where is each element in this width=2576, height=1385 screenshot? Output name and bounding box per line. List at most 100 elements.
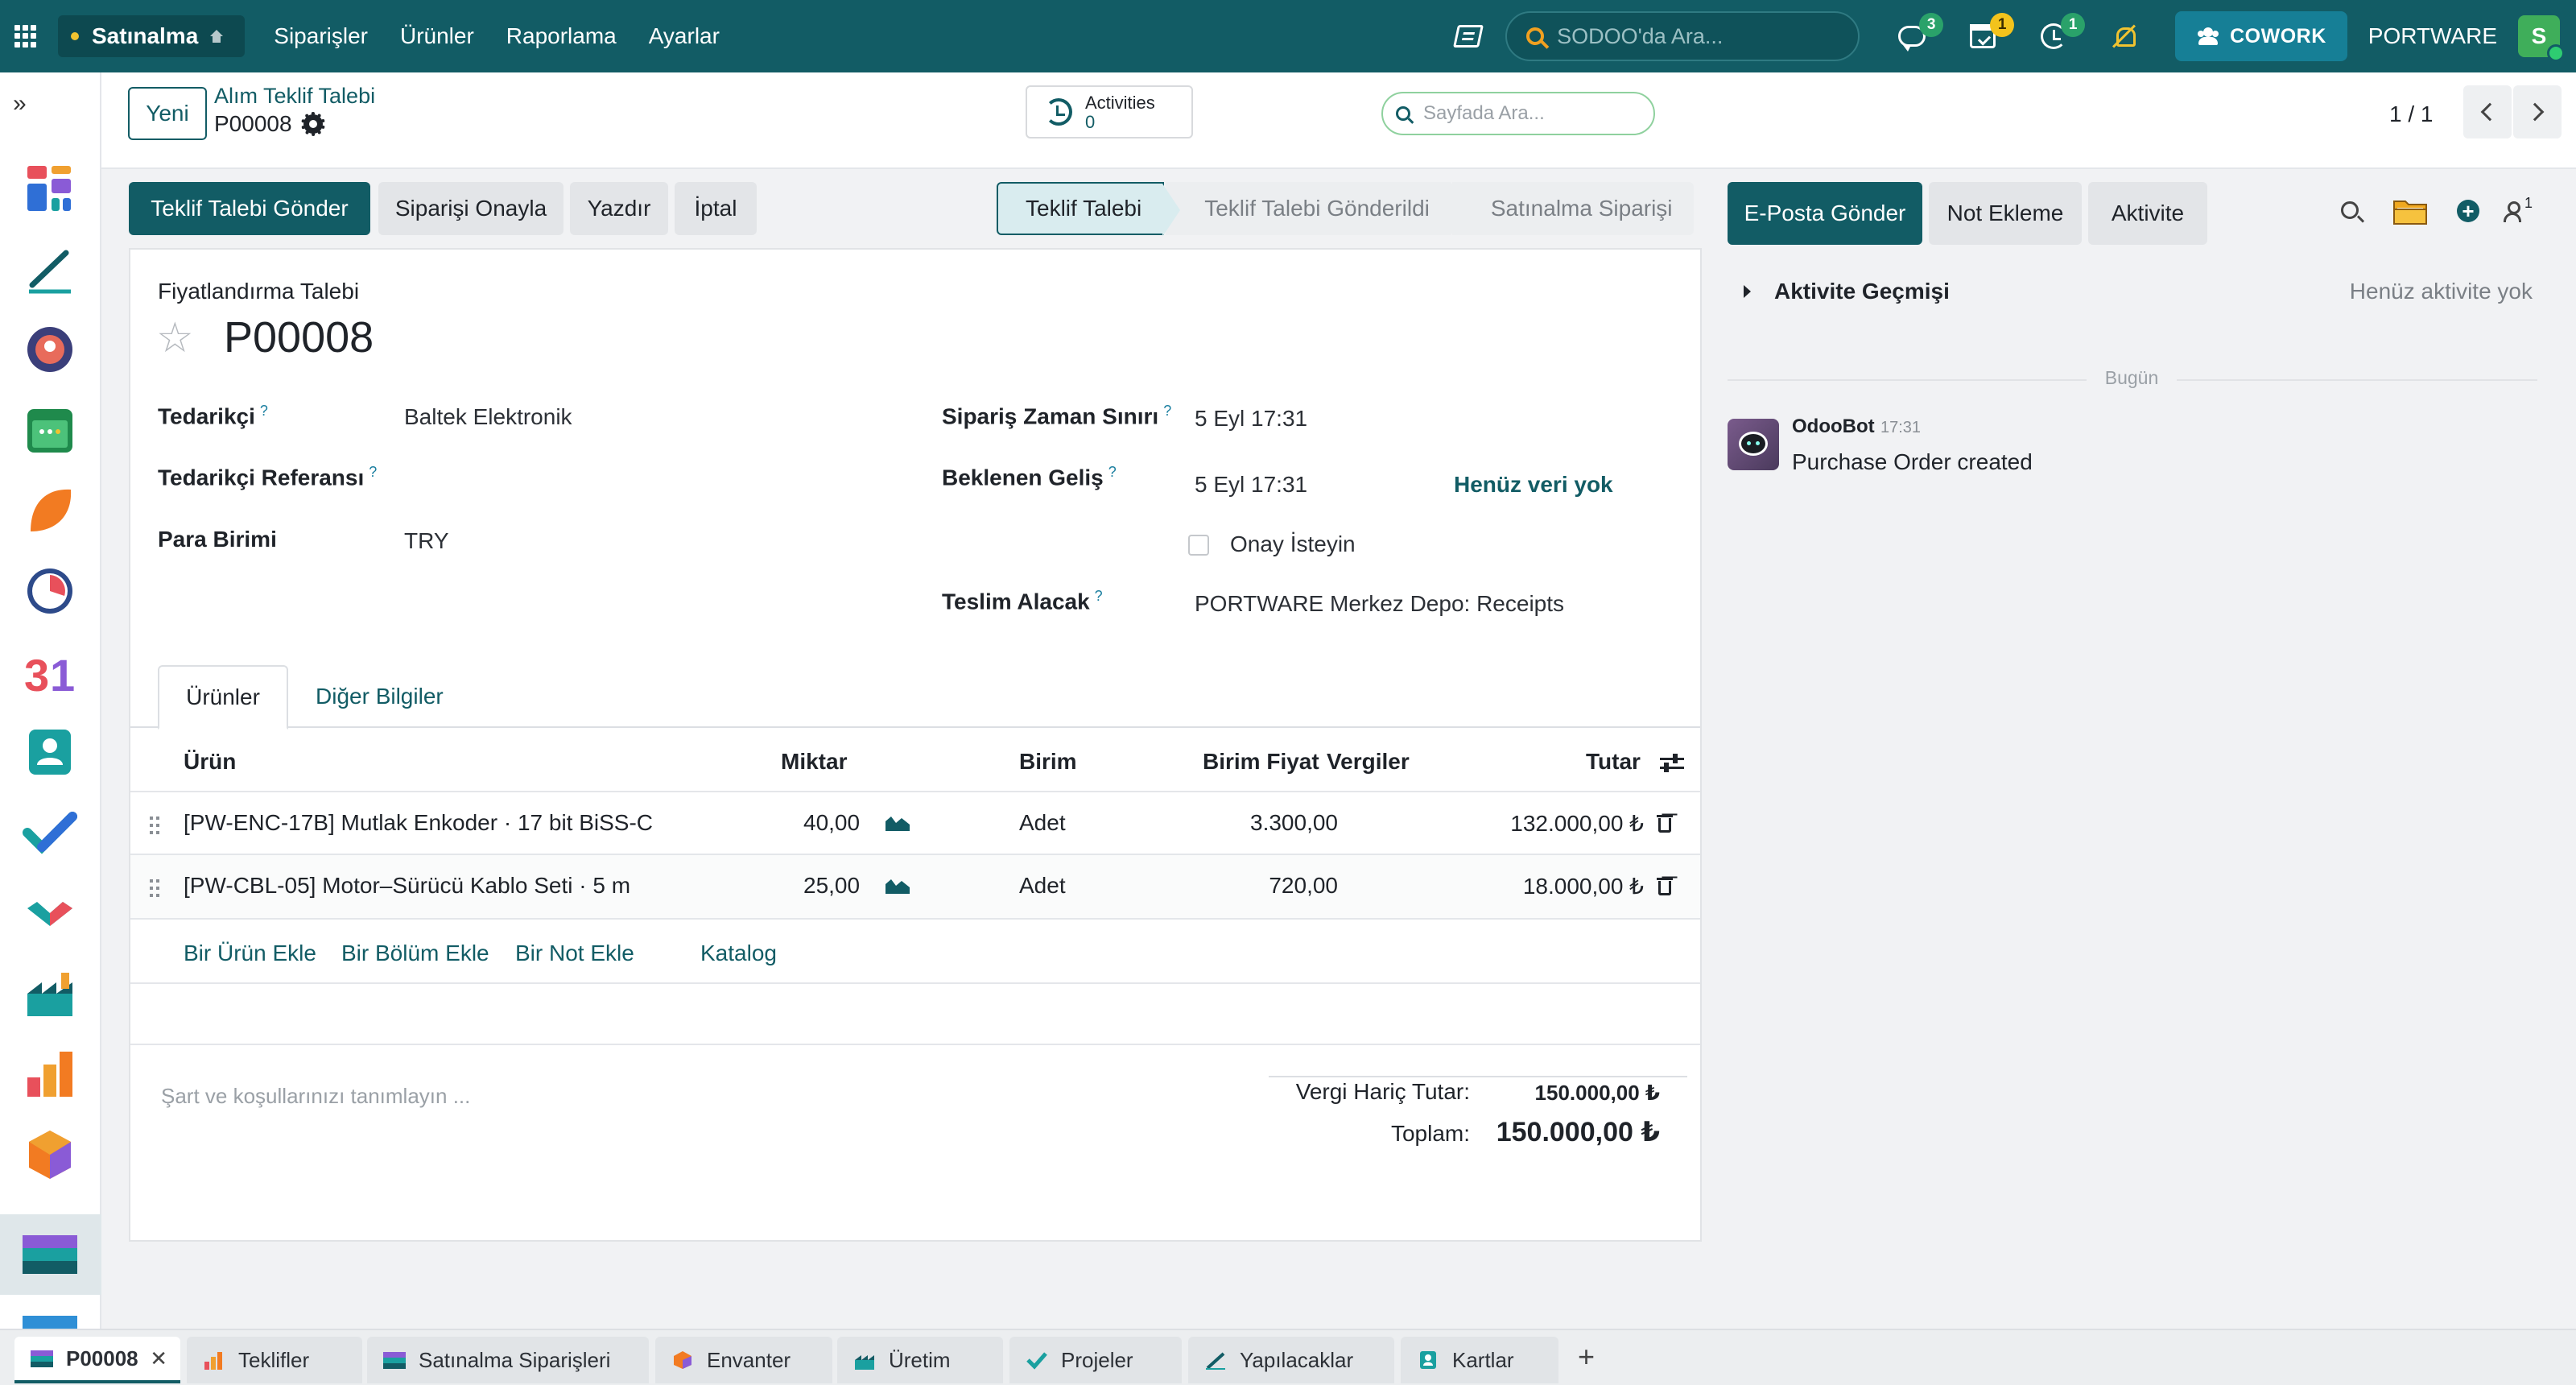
bottom-tab-p00008[interactable]: P00008 ✕: [14, 1337, 180, 1383]
trash-icon[interactable]: [1657, 876, 1673, 895]
inventory-icon[interactable]: [23, 1127, 77, 1182]
menu-orders[interactable]: Siparişler: [274, 23, 368, 49]
pager-prev-button[interactable]: [2463, 85, 2512, 138]
menu-reporting[interactable]: Raporlama: [506, 23, 617, 49]
activities-widget[interactable]: Activities 0: [1026, 85, 1193, 138]
vendor-field[interactable]: Baltek Elektronik: [404, 404, 572, 430]
line-unit[interactable]: Adet: [1019, 810, 1066, 836]
calendar-icon[interactable]: [23, 403, 77, 457]
apps-grid-icon[interactable]: [14, 25, 37, 48]
add-section-link[interactable]: Bir Bölüm Ekle: [341, 941, 489, 966]
company-switcher[interactable]: PORTWARE: [2368, 23, 2497, 49]
bottom-tab-quotations[interactable]: Teklifler: [187, 1337, 362, 1383]
ask-confirmation-checkbox[interactable]: [1188, 535, 1209, 556]
menu-settings[interactable]: Ayarlar: [649, 23, 720, 49]
column-taxes[interactable]: Vergiler: [1327, 749, 1410, 775]
calendar-31-icon[interactable]: 31: [23, 644, 77, 699]
stage-rfq-sent[interactable]: Teklif Talebi Gönderildi: [1166, 182, 1468, 235]
sidebar-expand-button[interactable]: »: [0, 72, 100, 135]
crm-icon[interactable]: [23, 483, 77, 538]
line-quantity[interactable]: 25,00: [803, 873, 860, 899]
manufacturing-icon[interactable]: [23, 966, 77, 1021]
log-note-button[interactable]: Not Ekleme: [1929, 182, 2082, 245]
dashboard-icon[interactable]: [23, 161, 77, 216]
add-tab-button[interactable]: +: [1578, 1340, 1595, 1374]
new-button[interactable]: Yeni: [128, 87, 207, 140]
pager-value[interactable]: 1 / 1: [2389, 101, 2433, 127]
terms-placeholder[interactable]: Şart ve koşullarınızı tanımlayın ...: [161, 1084, 470, 1109]
cancel-button[interactable]: İptal: [675, 182, 757, 235]
add-note-link[interactable]: Bir Not Ekle: [515, 941, 634, 966]
bottom-tab-contacts[interactable]: Kartlar: [1401, 1337, 1558, 1383]
stage-purchase-order[interactable]: Satınalma Siparişi: [1451, 182, 1694, 235]
caret-right-icon[interactable]: [1744, 285, 1751, 298]
column-quantity[interactable]: Miktar: [781, 749, 847, 775]
vendor-reference-field[interactable]: [404, 464, 726, 491]
order-deadline-field[interactable]: 5 Eyl 17:31: [1195, 406, 1307, 432]
star-icon[interactable]: ☆: [156, 317, 194, 359]
follower-icon[interactable]: [2504, 201, 2521, 222]
help-icon[interactable]: ?: [1095, 588, 1103, 604]
line-unit-price[interactable]: 720,00: [1225, 873, 1338, 899]
activity-button[interactable]: Aktivite: [2088, 182, 2207, 245]
bottom-tab-projects[interactable]: Projeler: [1009, 1337, 1182, 1383]
page-search-input[interactable]: Sayfada Ara...: [1381, 92, 1655, 135]
activities-button[interactable]: 1: [1964, 13, 2015, 55]
close-icon[interactable]: ✕: [150, 1346, 167, 1371]
forecast-chart-icon[interactable]: [886, 876, 910, 894]
search-icon[interactable]: [2341, 201, 2359, 219]
pager-next-button[interactable]: [2513, 85, 2562, 138]
confirm-order-button[interactable]: Siparişi Onayla: [378, 182, 564, 235]
email-icon[interactable]: [23, 1313, 77, 1329]
currency-field[interactable]: TRY: [404, 528, 449, 554]
help-icon[interactable]: ?: [1163, 403, 1171, 419]
forecast-chart-icon[interactable]: [886, 813, 910, 831]
odoobot-avatar[interactable]: [1728, 419, 1779, 470]
breadcrumb-parent[interactable]: Alım Teklif Talebi: [214, 84, 375, 109]
line-product[interactable]: [PW-ENC-17B] Mutlak Enkoder · 17 bit BiS…: [184, 810, 653, 836]
messages-button[interactable]: 3: [1893, 13, 1944, 55]
gear-icon[interactable]: [300, 112, 325, 136]
mute-button[interactable]: [2106, 18, 2143, 55]
drag-handle-icon[interactable]: [150, 817, 159, 834]
line-unit-price[interactable]: 3.300,00: [1225, 810, 1338, 836]
line-unit[interactable]: Adet: [1019, 873, 1066, 899]
trash-icon[interactable]: [1657, 813, 1673, 833]
expected-arrival-field[interactable]: 5 Eyl 17:31: [1195, 472, 1307, 498]
tab-other-info[interactable]: Diğer Bilgiler: [316, 665, 444, 728]
column-unit[interactable]: Birim: [1019, 749, 1077, 775]
send-email-button[interactable]: E-Posta Gönder: [1728, 182, 1922, 245]
send-rfq-button[interactable]: Teklif Talebi Gönder: [129, 182, 370, 235]
menu-products[interactable]: Ürünler: [400, 23, 474, 49]
pen-icon[interactable]: [23, 243, 77, 298]
add-product-link[interactable]: Bir Ürün Ekle: [184, 941, 316, 966]
sign-icon[interactable]: [23, 886, 77, 941]
drag-handle-icon[interactable]: [150, 879, 159, 897]
bottom-tab-manufacturing[interactable]: Üretim: [837, 1337, 1003, 1383]
stage-rfq[interactable]: Teklif Talebi: [997, 182, 1181, 237]
global-search-input[interactable]: SODOO'da Ara...: [1505, 11, 1860, 61]
help-icon[interactable]: ?: [1108, 464, 1117, 480]
cowork-button[interactable]: COWORK: [2175, 11, 2347, 61]
bottom-tab-inventory[interactable]: Envanter: [655, 1337, 832, 1383]
bottom-tab-purchase-orders[interactable]: Satınalma Siparişleri: [367, 1337, 649, 1383]
activity-history-title[interactable]: Aktivite Geçmişi: [1774, 279, 1950, 304]
line-quantity[interactable]: 40,00: [803, 810, 860, 836]
contacts-icon[interactable]: [23, 725, 77, 779]
help-icon[interactable]: ?: [369, 464, 377, 480]
column-unit-price[interactable]: Birim Fiyat: [1203, 749, 1319, 775]
column-subtotal[interactable]: Tutar: [1586, 749, 1641, 775]
timer-button[interactable]: 1: [2035, 13, 2086, 55]
bottom-tab-todo[interactable]: Yapılacaklar: [1188, 1337, 1394, 1383]
print-button[interactable]: Yazdır: [570, 182, 668, 235]
sales-report-icon[interactable]: [23, 1047, 77, 1102]
timer-app-icon[interactable]: [23, 564, 77, 618]
app-switcher[interactable]: Satınalma: [58, 15, 246, 57]
tab-products[interactable]: Ürünler: [158, 665, 288, 730]
folder-icon[interactable]: [2392, 196, 2428, 225]
optional-columns-icon[interactable]: [1660, 754, 1684, 773]
line-product[interactable]: [PW-CBL-05] Motor–Sürücü Kablo Seti · 5 …: [184, 873, 630, 899]
documentation-icon[interactable]: [1453, 25, 1484, 48]
purchase-icon[interactable]: [23, 1227, 77, 1282]
add-follower-icon[interactable]: +: [2457, 200, 2479, 222]
